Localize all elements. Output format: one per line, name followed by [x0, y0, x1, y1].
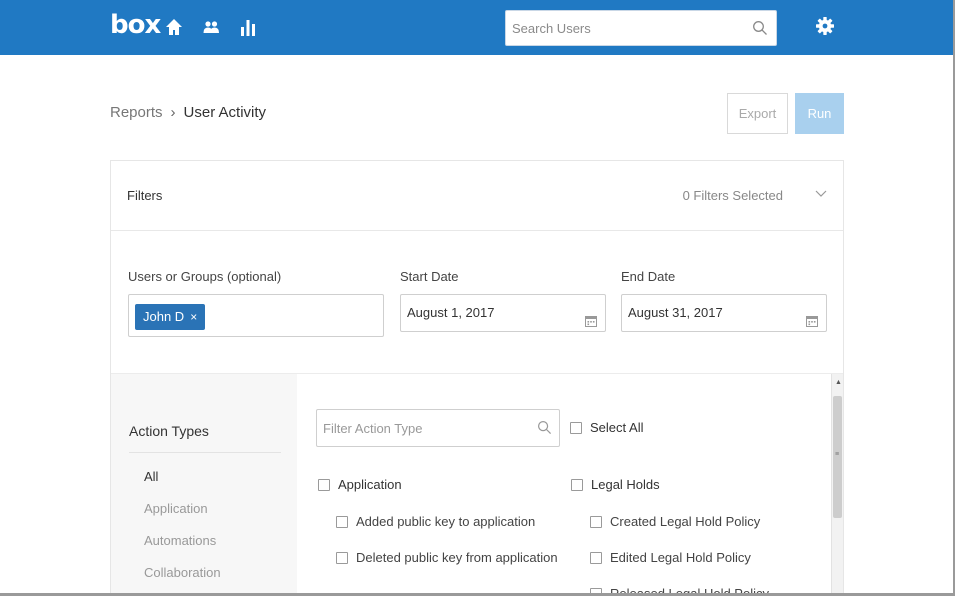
gear-icon[interactable]: [814, 15, 836, 37]
group-label: Application: [338, 477, 402, 492]
grip-icon: ≡: [835, 451, 840, 458]
sidebar-item-application[interactable]: Application: [144, 501, 208, 516]
app-window: box Search Users Reports › User Activity…: [0, 0, 955, 596]
checkbox-box[interactable]: [318, 478, 330, 491]
checkbox-box[interactable]: [590, 551, 602, 564]
scrollbar[interactable]: ▲ ≡: [831, 374, 843, 593]
search-users-box: [505, 10, 777, 46]
page-title: User Activity: [183, 104, 267, 121]
sidebar-item-all[interactable]: All: [144, 469, 158, 484]
scroll-up-arrow-icon[interactable]: ▲: [835, 379, 842, 386]
sidebar-divider: [129, 452, 281, 453]
action-label: Edited Legal Hold Policy: [610, 550, 751, 565]
checkbox-box[interactable]: [570, 421, 582, 434]
filters-selected-count: 0 Filters Selected: [682, 188, 783, 203]
scrollbar-thumb[interactable]: ≡: [833, 396, 842, 518]
breadcrumb: Reports › User Activity: [110, 104, 266, 121]
users-icon[interactable]: [200, 16, 222, 38]
end-date-label: End Date: [621, 269, 676, 284]
remove-chip-icon[interactable]: ×: [190, 304, 197, 330]
calendar-icon[interactable]: [585, 315, 597, 327]
filter-action-type-box: [316, 409, 560, 447]
group-label: Legal Holds: [591, 477, 660, 492]
users-groups-field[interactable]: John D ×: [128, 294, 384, 337]
checkbox-box[interactable]: [336, 551, 348, 564]
action-label: Created Legal Hold Policy: [610, 514, 761, 529]
start-date-label: Start Date: [400, 269, 459, 284]
filters-header[interactable]: Filters 0 Filters Selected: [111, 161, 843, 231]
end-date-value: August 31, 2017: [628, 305, 723, 320]
users-groups-label: Users or Groups (optional): [128, 269, 282, 284]
user-chip-label: John D: [143, 309, 185, 324]
search-icon[interactable]: [752, 20, 768, 36]
action-checkbox[interactable]: Created Legal Hold Policy: [590, 514, 760, 529]
action-label: Released Legal Hold Policy: [610, 586, 769, 596]
action-checkbox[interactable]: Added public key to application: [336, 514, 535, 529]
action-label: Deleted public key from application: [356, 550, 558, 565]
breadcrumb-separator: ›: [170, 104, 176, 121]
export-button[interactable]: Export: [727, 93, 788, 134]
breadcrumb-reports-link[interactable]: Reports: [110, 104, 163, 121]
run-button[interactable]: Run: [795, 93, 844, 134]
action-types-section: Action Types All Application Automations…: [111, 373, 843, 596]
group-checkbox-legal-holds[interactable]: Legal Holds: [571, 477, 660, 492]
action-checkbox[interactable]: Released Legal Hold Policy: [590, 586, 769, 596]
start-date-value: August 1, 2017: [407, 305, 495, 320]
checkbox-box[interactable]: [336, 515, 348, 528]
top-nav-bar: box: [0, 0, 953, 55]
checkbox-box[interactable]: [590, 515, 602, 528]
reports-icon[interactable]: [237, 16, 259, 38]
chevron-down-icon[interactable]: [815, 189, 827, 199]
calendar-icon[interactable]: [806, 315, 818, 327]
end-date-field[interactable]: August 31, 2017: [621, 294, 827, 332]
select-all-checkbox[interactable]: Select All: [570, 420, 643, 435]
filters-card: Filters 0 Filters Selected Users or Grou…: [110, 160, 844, 596]
sidebar-item-collaboration[interactable]: Collaboration: [144, 565, 221, 580]
group-checkbox-application[interactable]: Application: [318, 477, 402, 492]
box-logo[interactable]: box: [110, 10, 161, 40]
action-checkbox[interactable]: Edited Legal Hold Policy: [590, 550, 751, 565]
search-users-input[interactable]: [506, 11, 736, 45]
filter-action-type-input[interactable]: [317, 410, 527, 446]
select-all-label: Select All: [590, 420, 644, 435]
start-date-field[interactable]: August 1, 2017: [400, 294, 606, 332]
search-icon[interactable]: [537, 420, 552, 435]
filters-title: Filters: [127, 188, 163, 203]
user-chip: John D ×: [135, 304, 206, 330]
sidebar-item-automations[interactable]: Automations: [144, 533, 216, 548]
action-types-title: Action Types: [129, 423, 209, 439]
home-icon[interactable]: [163, 16, 185, 38]
action-checkbox[interactable]: Deleted public key from application: [336, 550, 558, 565]
action-label: Added public key to application: [356, 514, 536, 529]
checkbox-box[interactable]: [571, 478, 583, 491]
checkbox-box[interactable]: [590, 587, 602, 593]
action-types-sidebar: Action Types All Application Automations…: [111, 374, 297, 593]
